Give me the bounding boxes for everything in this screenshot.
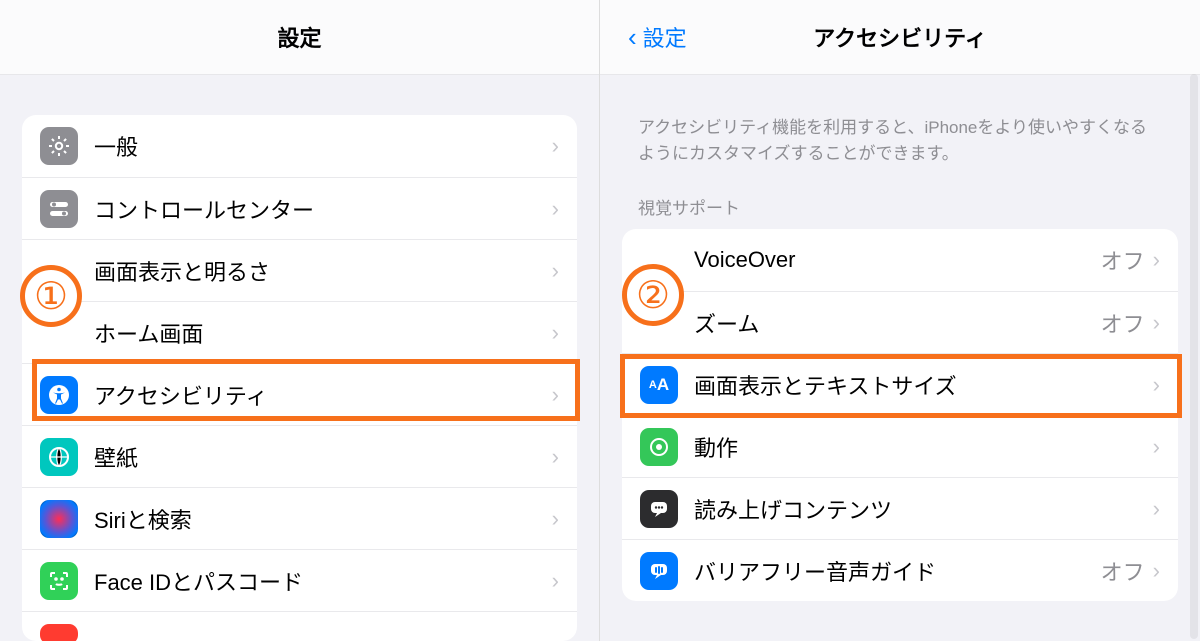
row-display-text-size[interactable]: AA 画面表示とテキストサイズ ›	[622, 353, 1178, 415]
chevron-right-icon: ›	[552, 506, 559, 532]
chevron-right-icon: ›	[552, 196, 559, 222]
chevron-right-icon: ›	[1153, 558, 1160, 584]
row-audio-descriptions[interactable]: バリアフリー音声ガイド オフ ›	[622, 539, 1178, 601]
section-note: アクセシビリティ機能を利用すると、iPhoneをより使いやすくなるようにカスタマ…	[600, 75, 1200, 184]
textsize-icon: AA	[640, 366, 678, 404]
chevron-right-icon: ›	[552, 258, 559, 284]
step-badge-2: ②	[622, 264, 684, 326]
row-label: 画面表示と明るさ	[94, 255, 552, 287]
chevron-right-icon: ›	[1153, 372, 1160, 398]
row-label: 読み上げコンテンツ	[694, 493, 1153, 525]
row-label: 壁紙	[94, 441, 552, 473]
chevron-right-icon: ›	[552, 568, 559, 594]
accessibility-title: アクセシビリティ	[813, 21, 987, 53]
chevron-left-icon: ‹	[628, 24, 637, 50]
scrollbar[interactable]	[1190, 74, 1198, 639]
settings-title: 設定	[277, 21, 321, 53]
row-value: オフ	[1101, 307, 1145, 339]
settings-pane: 設定 一般 › コントロールセンター › 画面表示と明るさ › ホー	[0, 0, 600, 641]
siri-icon	[40, 500, 78, 538]
row-control-center[interactable]: コントロールセンター ›	[22, 177, 577, 239]
wallpaper-icon	[40, 438, 78, 476]
chevron-right-icon: ›	[1153, 434, 1160, 460]
row-label: 一般	[94, 130, 552, 162]
accessibility-pane: ‹ 設定 アクセシビリティ アクセシビリティ機能を利用すると、iPhoneをより…	[600, 0, 1200, 641]
chevron-right-icon: ›	[552, 444, 559, 470]
row-label: バリアフリー音声ガイド	[694, 555, 1101, 587]
chevron-right-icon: ›	[552, 133, 559, 159]
accessibility-icon	[40, 376, 78, 414]
chevron-right-icon: ›	[1153, 310, 1160, 336]
row-value: オフ	[1101, 244, 1145, 276]
row-label: Face IDとパスコード	[94, 565, 552, 597]
row-general[interactable]: 一般 ›	[22, 115, 577, 177]
row-label: VoiceOver	[694, 247, 1101, 273]
section-header: 視覚サポート	[600, 184, 1200, 229]
chevron-right-icon: ›	[552, 320, 559, 346]
accessibility-list: VoiceOver オフ › ズーム オフ › AA 画面表示とテキストサイズ …	[622, 229, 1178, 601]
switches-icon	[40, 190, 78, 228]
faceid-icon	[40, 562, 78, 600]
step-badge-1: ①	[20, 265, 82, 327]
row-accessibility[interactable]: アクセシビリティ ›	[22, 363, 577, 425]
chevron-right-icon: ›	[1153, 247, 1160, 273]
sos-icon	[40, 624, 78, 641]
row-display-brightness[interactable]: 画面表示と明るさ ›	[22, 239, 577, 301]
row-label: 動作	[694, 431, 1153, 463]
row-label: アクセシビリティ	[94, 379, 552, 411]
row-wallpaper[interactable]: 壁紙 ›	[22, 425, 577, 487]
row-label: コントロールセンター	[94, 193, 552, 225]
row-zoom[interactable]: ズーム オフ ›	[622, 291, 1178, 353]
row-motion[interactable]: 動作 ›	[622, 415, 1178, 477]
accessibility-header: ‹ 設定 アクセシビリティ	[600, 0, 1200, 75]
row-home-screen[interactable]: ホーム画面 ›	[22, 301, 577, 363]
row-label: 画面表示とテキストサイズ	[694, 369, 1153, 401]
row-siri-search[interactable]: Siriと検索 ›	[22, 487, 577, 549]
settings-list: 一般 › コントロールセンター › 画面表示と明るさ › ホーム画面 ›	[22, 115, 577, 641]
row-label: ホーム画面	[94, 317, 552, 349]
row-spoken-content[interactable]: 読み上げコンテンツ ›	[622, 477, 1178, 539]
row-faceid-passcode[interactable]: Face IDとパスコード ›	[22, 549, 577, 611]
chevron-right-icon: ›	[1153, 496, 1160, 522]
motion-icon	[640, 428, 678, 466]
row-label: Siriと検索	[94, 503, 552, 535]
back-label: 設定	[643, 21, 687, 53]
row-partial[interactable]	[22, 611, 577, 641]
audio-icon	[640, 552, 678, 590]
row-voiceover[interactable]: VoiceOver オフ ›	[622, 229, 1178, 291]
gear-icon	[40, 127, 78, 165]
back-button[interactable]: ‹ 設定	[628, 21, 687, 53]
settings-header: 設定	[0, 0, 599, 75]
chevron-right-icon: ›	[552, 382, 559, 408]
speech-icon	[640, 490, 678, 528]
row-label: ズーム	[694, 307, 1101, 339]
row-value: オフ	[1101, 555, 1145, 587]
